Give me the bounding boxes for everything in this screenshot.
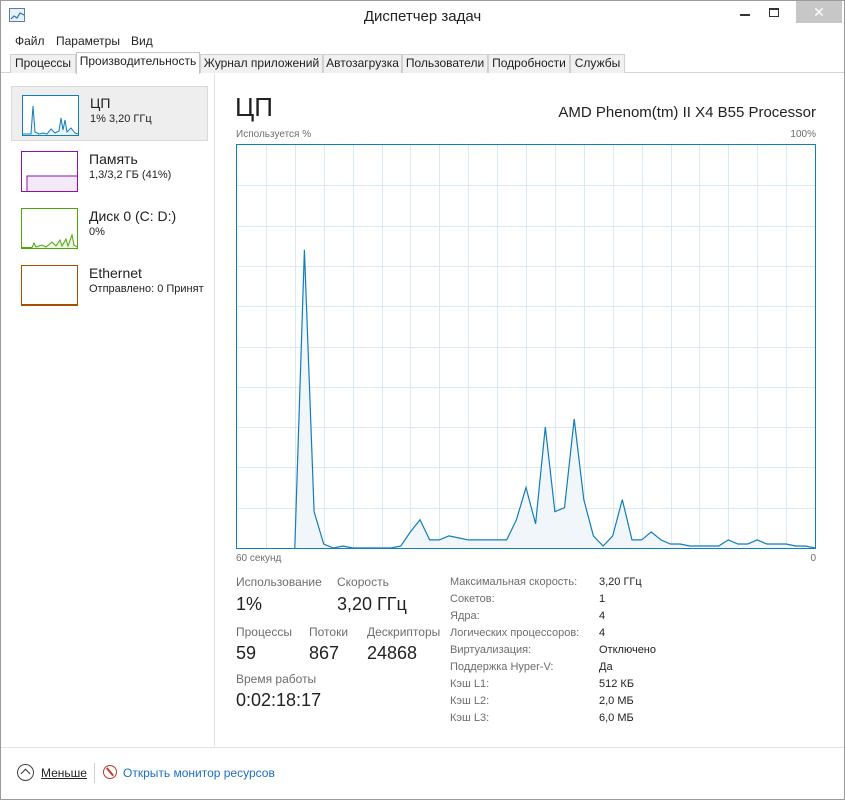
spec-label: Кэш L2:: [450, 695, 490, 707]
fewer-details-button[interactable]: Меньше: [41, 766, 87, 780]
resource-memory-name: Память: [89, 151, 138, 167]
resource-disk-name: Диск 0 (C: D:): [89, 208, 177, 224]
page-title: ЦП: [235, 92, 273, 122]
resource-memory[interactable]: Память 1,3/3,2 ГБ (41%): [11, 143, 208, 198]
resource-list: ЦП 1% 3,20 ГГц Память 1,3/3,2 ГБ (41%) Д…: [1, 74, 215, 746]
menu-bar: Файл Параметры Вид: [1, 31, 844, 51]
task-manager-window: Диспетчер задач ✕ Файл Параметры Вид Про…: [0, 0, 845, 800]
x-axis-end-label: 0: [810, 553, 816, 564]
spec-label: Виртуализация:: [450, 644, 532, 656]
resource-ethernet[interactable]: Ethernet Отправлено: 0 Принят: [11, 257, 208, 312]
maximize-button[interactable]: [761, 1, 787, 23]
handles-value: 24868: [367, 643, 418, 663]
usage-label: Использование: [236, 575, 322, 589]
tab-strip: Процессы Производительность Журнал прило…: [1, 52, 844, 74]
spec-value: Отключено: [599, 644, 656, 656]
maximize-icon: [769, 8, 779, 18]
close-icon: ✕: [813, 4, 825, 20]
spec-value: 2,0 МБ: [599, 695, 634, 707]
menu-file[interactable]: Файл: [15, 34, 45, 48]
tab-users[interactable]: Пользователи: [402, 54, 488, 73]
menu-view[interactable]: Вид: [131, 34, 153, 48]
open-resource-monitor-link[interactable]: Открыть монитор ресурсов: [123, 766, 275, 780]
memory-thumbnail-graph: [21, 151, 78, 192]
close-button[interactable]: ✕: [796, 1, 842, 23]
footer-bar: Меньше Открыть монитор ресурсов: [1, 747, 844, 799]
resource-cpu-name: ЦП: [90, 95, 111, 111]
resource-ethernet-name: Ethernet: [89, 265, 142, 281]
footer-divider: [94, 763, 95, 783]
spec-value: Да: [599, 661, 613, 673]
resource-disk-summary: 0%: [89, 226, 105, 238]
cpu-usage-area: [294, 249, 815, 548]
uptime-label: Время работы: [236, 672, 317, 686]
disk-thumbnail-graph: [21, 208, 78, 249]
spec-value: 6,0 МБ: [599, 712, 634, 724]
y-axis-max-label: 100%: [790, 129, 816, 140]
cpu-detail-pane: ЦП AMD Phenom(tm) II X4 B55 Processor Ис…: [216, 74, 844, 746]
spec-label: Кэш L3:: [450, 712, 490, 724]
processes-label: Процессы: [236, 625, 293, 639]
resource-cpu-summary: 1% 3,20 ГГц: [90, 113, 152, 125]
resource-monitor-icon[interactable]: [103, 765, 117, 779]
spec-value: 512 КБ: [599, 678, 635, 690]
title-bar: Диспетчер задач ✕: [1, 1, 844, 31]
spec-value: 3,20 ГГц: [599, 576, 642, 588]
spec-label: Сокетов:: [450, 593, 495, 605]
tab-startup[interactable]: Автозагрузка: [323, 54, 402, 73]
minimize-icon: [740, 13, 750, 16]
spec-value: 4: [599, 627, 606, 639]
cpu-usage-graph: [236, 144, 816, 549]
threads-label: Потоки: [309, 625, 349, 639]
tab-processes[interactable]: Процессы: [10, 54, 76, 73]
resource-ethernet-summary: Отправлено: 0 Принят: [89, 283, 204, 295]
tab-services[interactable]: Службы: [570, 54, 625, 73]
spec-label: Кэш L1:: [450, 678, 490, 690]
resource-cpu[interactable]: ЦП 1% 3,20 ГГц: [11, 86, 208, 141]
speed-label: Скорость: [337, 575, 389, 589]
tab-details[interactable]: Подробности: [488, 54, 570, 73]
cpu-model-name: AMD Phenom(tm) II X4 B55 Processor: [558, 104, 816, 121]
speed-value: 3,20 ГГц: [337, 594, 407, 614]
spec-label: Максимальная скорость:: [450, 576, 578, 588]
tab-performance[interactable]: Производительность: [76, 52, 200, 74]
spec-value: 1: [599, 593, 606, 605]
resource-disk[interactable]: Диск 0 (C: D:) 0%: [11, 200, 208, 255]
minimize-button[interactable]: [732, 1, 758, 23]
processes-value: 59: [236, 643, 257, 663]
usage-value: 1%: [236, 594, 263, 614]
cpu-usage-chart: [237, 145, 815, 548]
ethernet-thumbnail-graph: [21, 265, 78, 306]
chevron-up-icon[interactable]: [17, 764, 34, 781]
uptime-value: 0:02:18:17: [236, 690, 322, 710]
threads-value: 867: [309, 643, 340, 663]
cpu-thumbnail-graph: [22, 95, 79, 136]
window-title: Диспетчер задач: [363, 8, 482, 25]
x-axis-start-label: 60 секунд: [236, 553, 282, 564]
spec-label: Поддержка Hyper-V:: [450, 661, 554, 673]
cpu-usage-line: [294, 249, 815, 548]
resource-memory-summary: 1,3/3,2 ГБ (41%): [89, 169, 172, 181]
spec-value: 4: [599, 610, 606, 622]
y-axis-label: Используется %: [236, 129, 312, 140]
spec-label: Ядра:: [450, 610, 480, 622]
handles-label: Дескрипторы: [367, 625, 441, 639]
menu-options[interactable]: Параметры: [56, 34, 120, 48]
tab-app-history[interactable]: Журнал приложений: [200, 54, 323, 73]
spec-label: Логических процессоров:: [450, 627, 580, 639]
